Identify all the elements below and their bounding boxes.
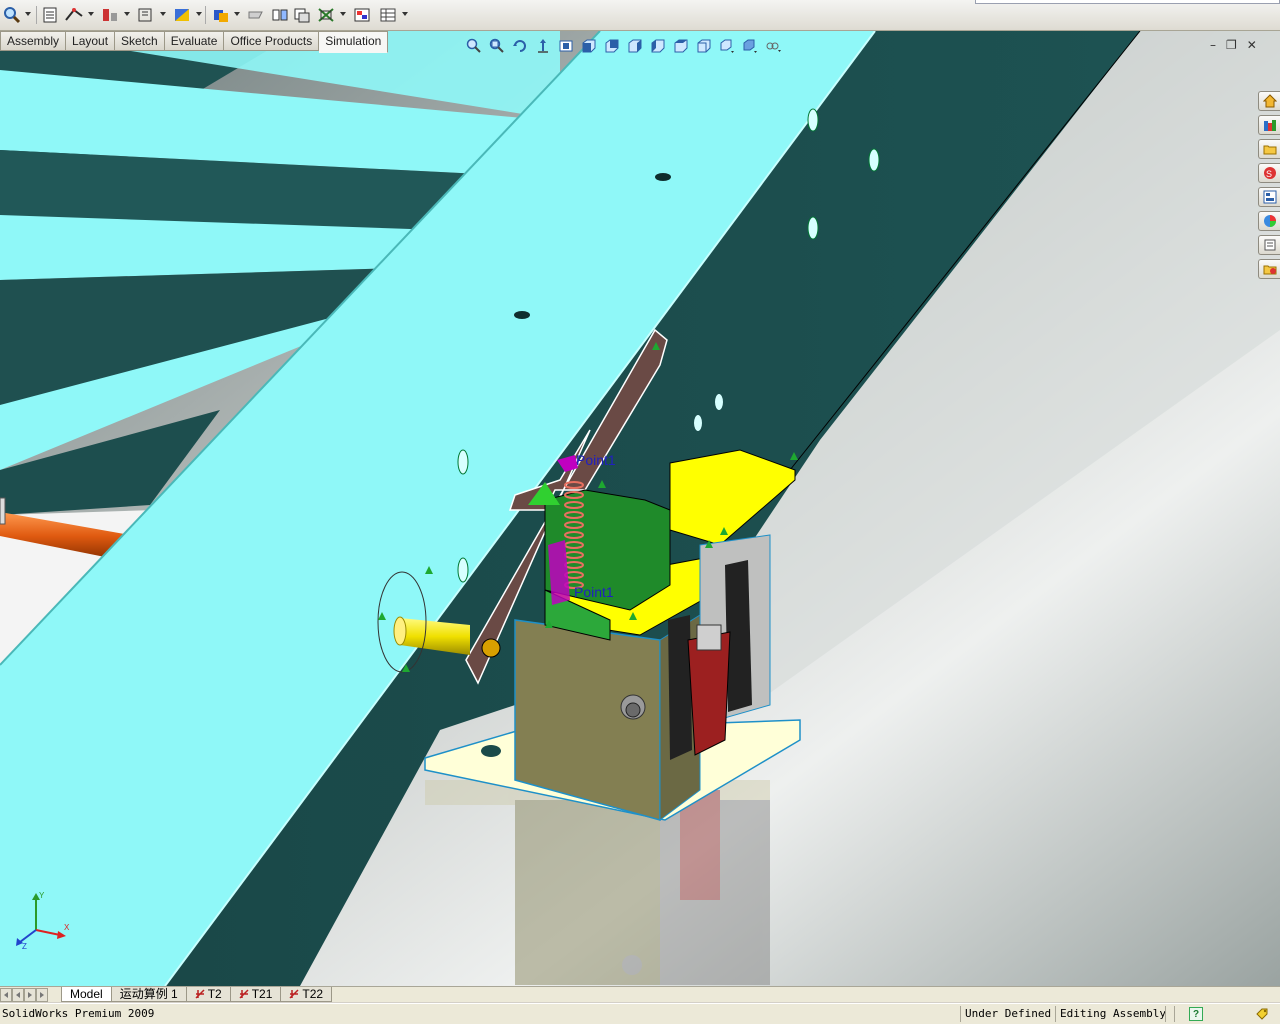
first-tab-button[interactable] [0,988,12,1002]
appearance-icon[interactable] [352,6,372,24]
task-pane-tabs: S [1258,91,1280,279]
status-app-name: SolidWorks Premium 2009 [2,1007,155,1020]
hide-show-dropdown-icon[interactable] [234,12,240,16]
previous-view-icon[interactable] [556,37,576,55]
hole [514,311,530,319]
hole [457,557,469,583]
model-motion-tabs: Model 运动算例 1 T2 T21 T22 [0,986,1280,1002]
pan-icon[interactable] [533,37,553,55]
view-orientation-icon[interactable] [717,37,737,55]
triad-x-label: X [64,923,70,932]
mate-icon[interactable] [64,6,84,24]
minimize-icon[interactable]: – [1210,38,1216,52]
section-icon[interactable] [246,6,266,24]
status-definition: Under Defined [960,1006,1055,1022]
mate-dropdown-icon[interactable] [88,12,94,16]
right-view-icon[interactable] [648,37,668,55]
back-view-icon[interactable] [602,37,622,55]
home-icon[interactable] [1258,91,1280,111]
motion-study-icon [289,989,299,999]
hole [715,394,723,410]
assembly-features-icon[interactable] [100,6,120,24]
next-tab-button[interactable] [24,988,36,1002]
motion-study-icon [239,989,249,999]
document-recovery-icon[interactable] [1258,259,1280,279]
point-label-lower[interactable]: Point1 [574,584,614,600]
hole [807,216,819,240]
search-box[interactable] [975,0,1280,4]
rod-end [0,497,6,525]
front-view-icon[interactable] [579,37,599,55]
tab-office-products[interactable]: Office Products [224,31,320,51]
view-palette-icon[interactable] [1258,187,1280,207]
tab-t21[interactable]: T21 [229,987,282,1002]
command-manager-tabs: Assembly Layout Sketch Evaluate Office P… [0,31,389,53]
tab-sketch[interactable]: Sketch [115,31,165,51]
status-bar: SolidWorks Premium 2009 Under Defined Ed… [0,1003,1280,1024]
heads-up-view-toolbar [464,37,783,57]
reference-geometry-dropdown-icon[interactable] [160,12,166,16]
graphics-area[interactable]: Point1 Point1 [0,31,1280,986]
instant3d-icon[interactable] [292,6,312,24]
hole [868,148,880,172]
tab-simulation[interactable]: Simulation [319,31,389,53]
zoom-to-fit-icon[interactable] [464,37,484,55]
explode-icon[interactable] [270,6,290,24]
custom-properties-icon[interactable] [1258,235,1280,255]
model-view[interactable]: Point1 Point1 [0,31,1280,986]
design-library-icon[interactable] [1258,115,1280,135]
zoom-dropdown-icon[interactable] [25,12,31,16]
hole [655,173,671,181]
reference-geometry-icon[interactable] [136,6,156,24]
file-explorer-icon[interactable] [1258,139,1280,159]
hole [457,449,469,475]
tab-t22[interactable]: T22 [280,987,333,1002]
color-icon[interactable] [172,6,192,24]
status-mode: Editing Assembly [1055,1006,1170,1022]
tag-icon[interactable] [1255,1007,1269,1021]
triad-z-label: Z [22,942,27,950]
hole [694,415,702,431]
bom-icon[interactable] [42,6,58,24]
left-view-icon[interactable] [625,37,645,55]
document-window-controls: – ❐ ✕ [1210,38,1257,52]
tab-assembly[interactable]: Assembly [0,31,67,51]
appearances-icon[interactable] [1258,211,1280,231]
top-view-icon[interactable] [671,37,691,55]
zoom-to-area-icon[interactable] [487,37,507,55]
svg-text:S: S [1266,169,1272,179]
table-dropdown-icon[interactable] [340,12,346,16]
grid-icon[interactable] [378,6,398,24]
triad-y-label: Y [39,891,45,900]
point-label-upper[interactable]: Point1 [576,452,616,468]
color-dropdown-icon[interactable] [196,12,202,16]
display-style-icon[interactable] [740,37,760,55]
tab-t2[interactable]: T2 [185,987,231,1002]
hide-show-items-icon[interactable] [763,37,783,55]
tab-evaluate[interactable]: Evaluate [164,31,225,51]
last-tab-button[interactable] [36,988,48,1002]
close-icon[interactable]: ✕ [1247,38,1257,52]
tab-model[interactable]: Model [61,987,112,1002]
help-icon[interactable]: ? [1189,1007,1203,1021]
hide-show-icon[interactable] [211,6,231,24]
main-toolbar [0,0,1280,31]
previous-tab-button[interactable] [12,988,24,1002]
motion-study-icon [195,989,205,999]
assembly-features-dropdown-icon[interactable] [124,12,130,16]
tab-layout[interactable]: Layout [66,31,116,51]
isometric-view-icon[interactable] [694,37,714,55]
restore-icon[interactable]: ❐ [1226,38,1237,52]
hole [807,108,819,132]
zoom-icon[interactable] [3,6,21,24]
tab-motion-study-1[interactable]: 运动算例 1 [110,987,187,1002]
rotate-icon[interactable] [510,37,530,55]
reference-triad: Y X Z [16,891,70,950]
solidworks-search-icon[interactable]: S [1258,163,1280,183]
table-icon[interactable] [316,6,336,24]
grid-dropdown-icon[interactable] [402,12,408,16]
